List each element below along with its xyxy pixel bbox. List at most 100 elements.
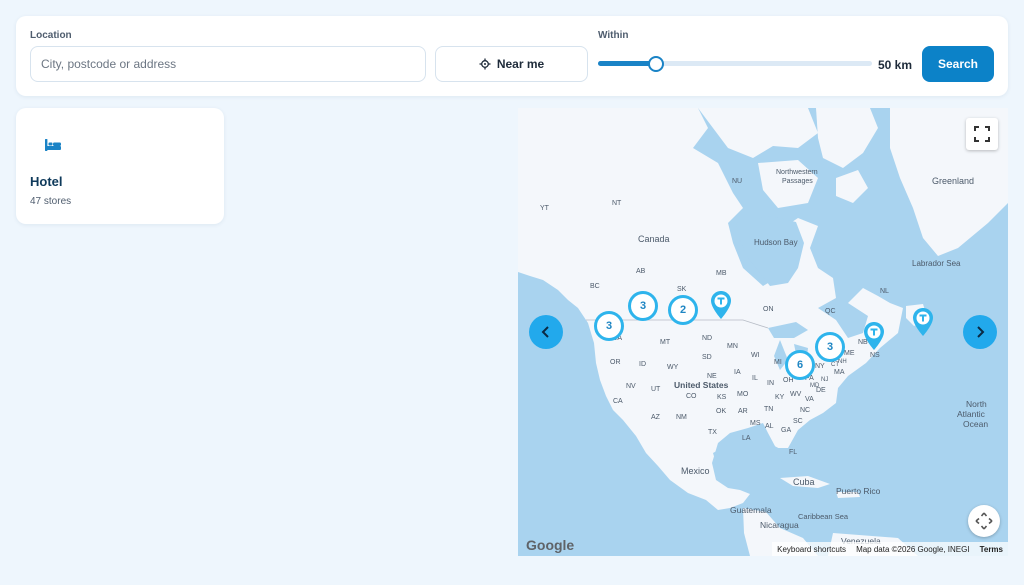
map-label: NS (870, 352, 880, 359)
store-cluster-marker[interactable]: 2 (668, 295, 698, 325)
map-label: MS (750, 420, 761, 427)
radius-value: 50 km (878, 58, 913, 72)
map-label: NY (815, 363, 825, 370)
map-label: SK (677, 286, 687, 293)
search-button[interactable]: Search (922, 46, 994, 82)
map-label: SD (702, 354, 712, 361)
chevron-right-icon (977, 326, 985, 338)
map-label: NJ (821, 377, 828, 383)
map-label: NC (800, 407, 810, 414)
map-label: WI (751, 352, 760, 359)
map-label: KY (775, 394, 785, 401)
map-label: LA (742, 435, 751, 442)
store-pin-marker[interactable] (863, 321, 885, 351)
map-label: TX (708, 429, 717, 436)
map-label: Ocean (963, 419, 988, 429)
map-label: MD (810, 383, 820, 389)
map-attribution: Keyboard shortcuts Map data ©2026 Google… (772, 542, 1008, 556)
map-label: CA (613, 398, 623, 405)
map-label: SC (793, 418, 803, 425)
map-label: BC (590, 283, 600, 290)
map-label: North (966, 399, 987, 409)
map-label: AB (636, 268, 646, 275)
store-pin-marker[interactable] (912, 307, 934, 337)
map-label: United States (674, 380, 729, 390)
map-label: YT (540, 205, 550, 212)
map-data-credit: Map data ©2026 Google, INEGI (856, 544, 970, 554)
map-label: Passages (782, 178, 813, 185)
google-logo: Google (526, 537, 575, 553)
store-cluster-marker[interactable]: 6 (785, 350, 815, 380)
map-label: TN (764, 406, 773, 413)
map-pan-control[interactable] (968, 505, 1000, 537)
store-cluster-marker[interactable]: 3 (628, 291, 658, 321)
map-label: Atlantic (957, 409, 986, 419)
map-label: Greenland (932, 176, 974, 186)
move-arrows-icon (975, 512, 993, 530)
map-label: MI (774, 359, 782, 366)
map-label: ME (844, 350, 855, 357)
previous-arrow-button[interactable] (529, 315, 563, 349)
fullscreen-button[interactable] (966, 118, 998, 150)
next-arrow-button[interactable] (963, 315, 997, 349)
map-label: AL (765, 423, 774, 430)
map-label: VA (805, 396, 814, 403)
map-label: FL (789, 449, 797, 456)
map-label: MB (716, 270, 727, 277)
hotel-bed-icon (45, 139, 61, 151)
map-label: Puerto Rico (836, 486, 881, 496)
map-label: AR (738, 408, 748, 415)
map-label: MA (834, 369, 845, 376)
map-label: QC (825, 308, 836, 315)
radius-slider-fill (598, 61, 656, 66)
location-input[interactable] (30, 46, 426, 82)
map-label: WV (790, 391, 802, 398)
keyboard-shortcuts-link[interactable]: Keyboard shortcuts (772, 545, 851, 554)
map-label: NE (707, 373, 717, 380)
map-label: NL (880, 288, 889, 295)
map-label: WY (667, 364, 679, 371)
near-me-button[interactable]: Near me (435, 46, 588, 82)
chevron-left-icon (541, 326, 549, 338)
map-label: OK (716, 408, 726, 415)
map-label: IL (752, 375, 758, 382)
store-map[interactable]: NU YT NT Canada Hudson Bay Northwestern … (518, 108, 1008, 556)
map-label: OR (610, 359, 621, 366)
search-panel: Location Near me Within 50 km Search (16, 16, 1008, 96)
map-label: CO (686, 393, 697, 400)
map-label: NM (676, 414, 687, 421)
crosshair-icon (479, 58, 491, 70)
map-label: Cuba (793, 477, 815, 487)
category-name: Hotel (30, 174, 63, 189)
map-label: Labrador Sea (912, 259, 961, 268)
near-me-label: Near me (496, 57, 545, 71)
map-label: KS (717, 394, 727, 401)
location-label: Location (30, 30, 72, 41)
store-pin-marker[interactable] (710, 290, 732, 320)
map-label: IA (734, 369, 741, 376)
map-label: Mexico (681, 466, 710, 476)
map-label: NT (612, 200, 622, 207)
map-labels: NU YT NT Canada Hudson Bay Northwestern … (540, 169, 988, 546)
store-cluster-marker[interactable]: 3 (594, 311, 624, 341)
radius-slider-handle[interactable] (647, 56, 664, 72)
store-cluster-marker[interactable]: 3 (815, 332, 845, 362)
radius-slider[interactable] (598, 55, 872, 73)
category-card-hotel[interactable]: Hotel 47 stores (16, 108, 224, 224)
map-label: GA (781, 427, 791, 434)
map-label: Northwestern (776, 169, 818, 176)
map-label: AZ (651, 414, 661, 421)
map-label: MT (660, 339, 671, 346)
terms-link[interactable]: Terms (975, 545, 1008, 554)
map-label: NV (626, 383, 636, 390)
map-label: NU (732, 178, 742, 185)
map-label: Canada (638, 234, 670, 244)
map-label: MN (727, 343, 738, 350)
map-label: ND (702, 335, 712, 342)
map-label: IN (767, 380, 774, 387)
map-label: MO (737, 391, 749, 398)
map-label: ID (639, 361, 646, 368)
map-label: Hudson Bay (754, 238, 798, 247)
map-label: Nicaragua (760, 520, 799, 530)
map-label: Guatemala (730, 505, 772, 515)
